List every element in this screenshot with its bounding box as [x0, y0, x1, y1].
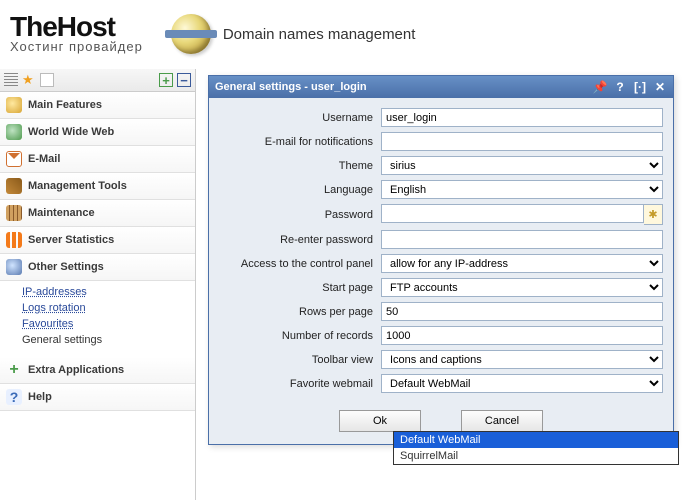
sidebar-item-other[interactable]: Other Settings — [0, 254, 195, 281]
settings-form: Username E-mail for notifications Themes… — [209, 98, 673, 402]
webmail-dropdown[interactable]: Default WebMail SquirrelMail — [393, 431, 679, 465]
sidebar-item-mail[interactable]: E-Mail — [0, 146, 195, 173]
sidebar-link-ip[interactable]: IP-addresses — [22, 284, 195, 300]
label-theme: Theme — [219, 160, 381, 172]
globe-icon — [171, 14, 211, 54]
dropdown-option[interactable]: SquirrelMail — [394, 448, 678, 464]
sidebar-item-label: Server Statistics — [28, 234, 114, 246]
sidebar-item-www[interactable]: World Wide Web — [0, 119, 195, 146]
records-field[interactable] — [381, 326, 663, 345]
doc-icon[interactable] — [40, 73, 54, 87]
password2-field[interactable] — [381, 230, 663, 249]
star-icon[interactable]: ★ — [22, 73, 36, 87]
toolbar-select[interactable]: Icons and captions — [381, 350, 663, 369]
sidebar-item-label: Maintenance — [28, 207, 95, 219]
sidebar-link-general[interactable]: General settings — [22, 332, 195, 348]
sidebar-item-label: World Wide Web — [28, 126, 114, 138]
sidebar-item-help[interactable]: ? Help — [0, 384, 195, 411]
globe-small-icon — [6, 124, 22, 140]
sidebar-item-label: Management Tools — [28, 180, 127, 192]
settings-dialog: General settings - user_login 📌 ? [·] ✕ … — [208, 75, 674, 445]
password-field[interactable] — [381, 204, 644, 223]
maint-icon — [6, 205, 22, 221]
label-password: Password — [219, 209, 381, 221]
sidebar-item-label: Extra Applications — [28, 364, 124, 376]
label-rows: Rows per page — [219, 306, 381, 318]
maximize-icon[interactable]: [·] — [633, 80, 647, 94]
sidebar: ★ + − Main Features World Wide Web E-Mai… — [0, 69, 196, 500]
email-field[interactable] — [381, 132, 663, 151]
pin-icon[interactable]: 📌 — [593, 80, 607, 94]
dropdown-option-selected[interactable]: Default WebMail — [394, 432, 678, 448]
collapse-all-icon[interactable]: − — [177, 73, 191, 87]
brand-name: TheHost — [10, 15, 143, 39]
dialog-title: General settings - user_login — [215, 81, 367, 93]
language-select[interactable]: English — [381, 180, 663, 199]
label-startpage: Start page — [219, 282, 381, 294]
sidebar-toolbar: ★ + − — [0, 69, 195, 92]
logo: TheHost Хостинг провайдер — [10, 15, 143, 54]
dialog-help-icon[interactable]: ? — [613, 80, 627, 94]
access-select[interactable]: allow for any IP-address — [381, 254, 663, 273]
label-toolbar: Toolbar view — [219, 354, 381, 366]
sidebar-item-label: E-Mail — [28, 153, 60, 165]
tools-icon — [6, 178, 22, 194]
rows-field[interactable] — [381, 302, 663, 321]
list-icon[interactable] — [4, 73, 18, 87]
label-language: Language — [219, 184, 381, 196]
ok-button[interactable]: Ok — [339, 410, 421, 432]
stats-icon — [6, 232, 22, 248]
username-field[interactable] — [381, 108, 663, 127]
label-access: Access to the control panel — [219, 258, 381, 270]
sidebar-link-logs[interactable]: Logs rotation — [22, 300, 195, 316]
page-title: Domain names management — [223, 26, 416, 43]
label-username: Username — [219, 112, 381, 124]
webmail-select[interactable]: Default WebMail — [381, 374, 663, 393]
label-email: E-mail for notifications — [219, 136, 381, 148]
theme-select[interactable]: sirius — [381, 156, 663, 175]
sidebar-link-fav[interactable]: Favourites — [22, 316, 195, 332]
cancel-button[interactable]: Cancel — [461, 410, 543, 432]
close-icon[interactable]: ✕ — [653, 80, 667, 94]
sidebar-item-stats[interactable]: Server Statistics — [0, 227, 195, 254]
sidebar-item-maint[interactable]: Maintenance — [0, 200, 195, 227]
header: TheHost Хостинг провайдер Domain names m… — [0, 0, 700, 69]
dialog-titlebar[interactable]: General settings - user_login 📌 ? [·] ✕ — [209, 76, 673, 98]
plus-icon: + — [6, 362, 22, 378]
sidebar-item-label: Main Features — [28, 99, 102, 111]
label-webmail: Favorite webmail — [219, 378, 381, 390]
password-gen-icon[interactable]: ✱ — [644, 204, 663, 225]
mail-icon — [6, 151, 22, 167]
settings-icon — [6, 259, 22, 275]
main-area: General settings - user_login 📌 ? [·] ✕ … — [196, 69, 700, 500]
sidebar-item-extra[interactable]: + Extra Applications — [0, 357, 195, 384]
expand-all-icon[interactable]: + — [159, 73, 173, 87]
startpage-select[interactable]: FTP accounts — [381, 278, 663, 297]
sidebar-other-children: IP-addresses Logs rotation Favourites Ge… — [0, 281, 195, 354]
help-icon: ? — [6, 389, 22, 405]
label-password2: Re-enter password — [219, 234, 381, 246]
main-icon — [6, 97, 22, 113]
sidebar-item-label: Other Settings — [28, 261, 104, 273]
sidebar-item-label: Help — [28, 391, 52, 403]
sidebar-item-main[interactable]: Main Features — [0, 92, 195, 119]
brand-tagline: Хостинг провайдер — [10, 39, 143, 54]
sidebar-item-tools[interactable]: Management Tools — [0, 173, 195, 200]
label-records: Number of records — [219, 330, 381, 342]
